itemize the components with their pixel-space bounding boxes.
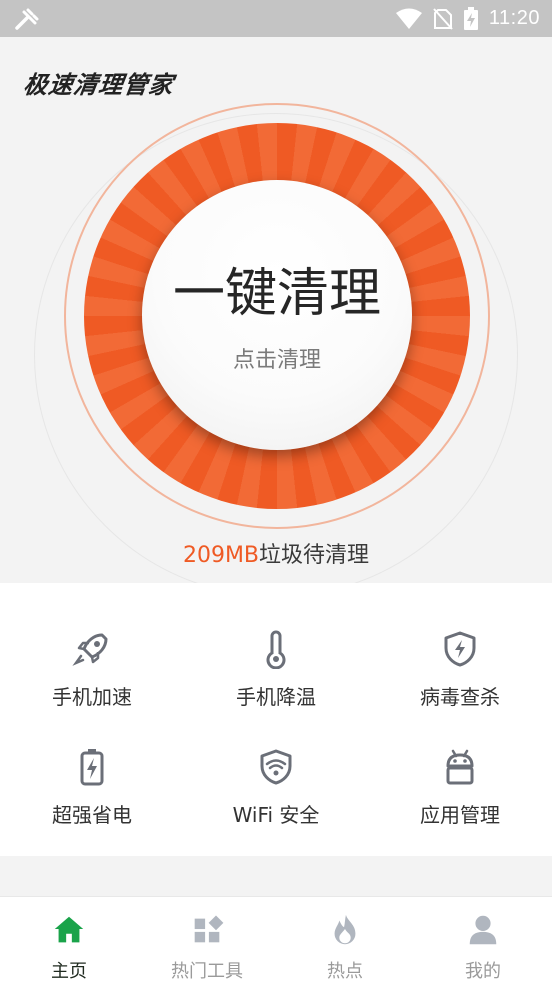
- android-icon: [446, 749, 474, 785]
- tool-app-manage[interactable]: 应用管理: [368, 747, 552, 865]
- wifi-icon: [395, 8, 422, 29]
- tool-label: 病毒查杀: [420, 685, 500, 709]
- rocket-icon: [72, 633, 108, 666]
- nav-home[interactable]: 主页: [0, 897, 138, 983]
- tool-label: WiFi 安全: [232, 803, 320, 827]
- thermometer-icon: [266, 630, 286, 669]
- tool-label: 超强省电: [52, 803, 132, 827]
- debug-icon: [15, 8, 39, 30]
- nav-label: 主页: [51, 961, 87, 982]
- nav-label: 热门工具: [171, 961, 243, 982]
- tool-phone-boost[interactable]: 手机加速: [0, 629, 184, 747]
- clean-button-title: 一键清理: [172, 263, 381, 324]
- bottom-nav: 主页 热门工具 热点 我的: [0, 896, 552, 983]
- battery-icon: [463, 6, 478, 30]
- status-bar: 11:20: [0, 0, 552, 37]
- tool-power-save[interactable]: 超强省电: [0, 747, 184, 865]
- shield-bolt-icon: [444, 631, 476, 667]
- section-gap: [0, 856, 552, 896]
- junk-suffix: 垃圾待清理: [259, 543, 370, 568]
- nav-mine[interactable]: 我的: [414, 897, 552, 983]
- tool-label: 手机加速: [52, 685, 132, 709]
- tool-label: 手机降温: [236, 685, 316, 709]
- nav-hot-tools[interactable]: 热门工具: [138, 897, 276, 983]
- app-title: 极速清理管家: [21, 71, 176, 99]
- nav-label: 热点: [327, 961, 363, 982]
- home-icon: [54, 916, 84, 943]
- one-click-clean-button[interactable]: 一键清理 点击清理: [142, 180, 412, 450]
- junk-amount: 209MB: [182, 543, 260, 568]
- wifi-shield-icon: [260, 749, 292, 785]
- flame-icon: [334, 914, 356, 945]
- nav-label: 我的: [465, 961, 501, 982]
- tool-phone-cool[interactable]: 手机降温: [184, 629, 368, 747]
- nav-hotspot[interactable]: 热点: [276, 897, 414, 983]
- profile-icon: [469, 915, 497, 945]
- status-time: 11:20: [488, 7, 540, 29]
- clean-hero: 极速清理管家 一键清理 点击清理 209MB垃圾待清理: [0, 37, 552, 597]
- apps-icon: [194, 915, 224, 943]
- no-sim-icon: [433, 7, 453, 30]
- tool-virus-scan[interactable]: 病毒查杀: [368, 629, 552, 747]
- tools-grid: 手机加速 手机降温 病毒查杀 超强省电 WiFi 安全 应用管理: [0, 583, 552, 856]
- battery-bolt-icon: [80, 749, 104, 786]
- tool-label: 应用管理: [420, 803, 500, 827]
- junk-summary: 209MB垃圾待清理: [0, 537, 552, 569]
- clean-button-subtitle: 点击清理: [232, 347, 321, 373]
- tool-wifi-security[interactable]: WiFi 安全: [184, 747, 368, 865]
